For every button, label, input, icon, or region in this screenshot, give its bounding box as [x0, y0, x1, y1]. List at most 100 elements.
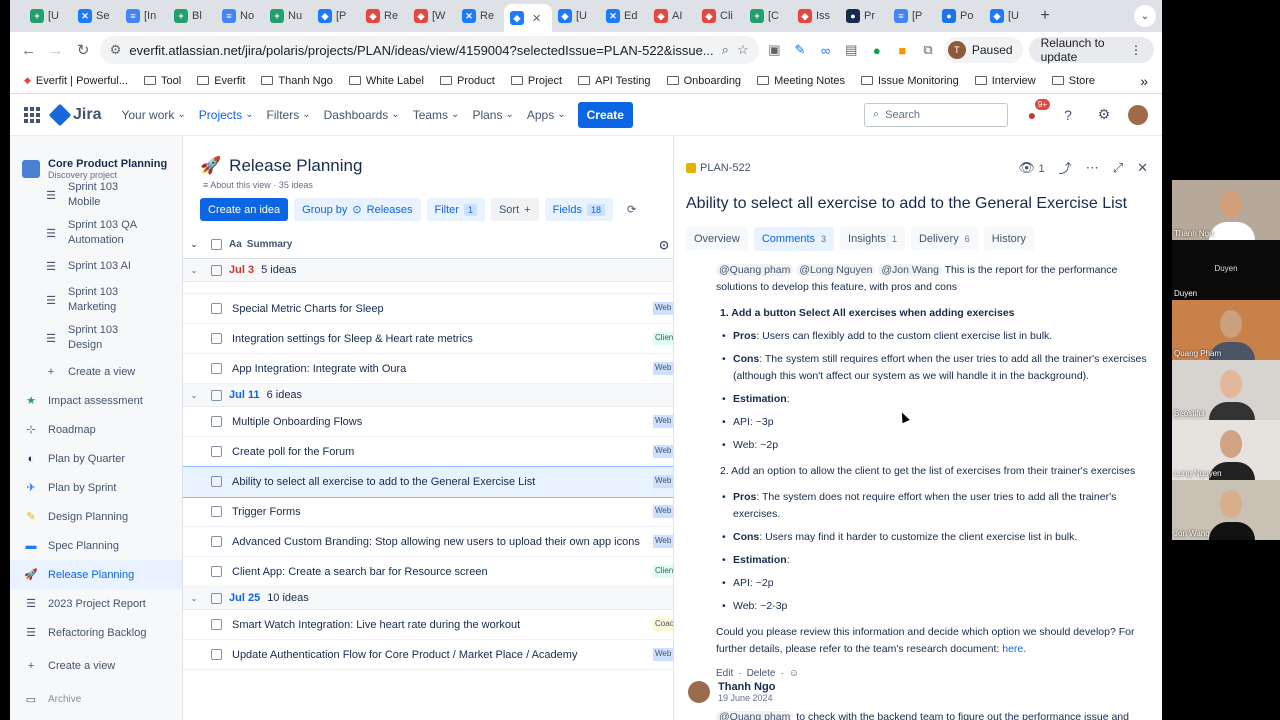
browser-tab[interactable]: ✕ Ed — [600, 4, 648, 28]
idea-summary[interactable]: Ability to select all exercise to add to… — [229, 476, 673, 488]
row-checkbox[interactable] — [211, 649, 222, 660]
bookmark-item[interactable]: Issue Monitoring — [861, 75, 959, 87]
search-input[interactable]: ⌕ Search — [864, 102, 1008, 127]
forward-icon[interactable]: → — [45, 37, 66, 63]
browser-tab[interactable]: ● Po — [936, 4, 984, 28]
sidebar-item-view[interactable]: ◐ Plan by Quarter — [10, 444, 182, 473]
browser-tab[interactable]: ◆ [W — [408, 4, 456, 28]
browser-tab[interactable]: ◆ Re — [360, 4, 408, 28]
tab-history[interactable]: History — [983, 227, 1034, 251]
bookmark-item[interactable]: Interview — [974, 75, 1036, 87]
bookmark-star-icon[interactable]: ☆ — [737, 42, 749, 58]
browser-tab[interactable]: + [U — [24, 4, 72, 28]
row-checkbox[interactable] — [211, 303, 222, 314]
table-row[interactable]: Create poll for the Forum Web — [183, 437, 673, 467]
tab-comments[interactable]: Comments 3 — [753, 227, 835, 251]
row-checkbox[interactable] — [211, 416, 222, 427]
user-avatar[interactable] — [1128, 104, 1148, 125]
nav-dashboards[interactable]: Dashboards ⌄ — [324, 108, 400, 122]
collapse-all-icon[interactable]: ⌄ — [183, 240, 205, 249]
video-tile[interactable]: Jon Wang — [1172, 480, 1280, 540]
profile-paused-button[interactable]: T Paused — [943, 37, 1023, 63]
video-tile[interactable]: Long Nguyen — [1172, 420, 1280, 480]
create-view-nested[interactable]: + Create a view — [10, 357, 182, 386]
app-switcher-icon[interactable] — [24, 106, 40, 123]
row-checkbox[interactable] — [211, 333, 222, 344]
share-icon[interactable]: ⤴ — [1059, 158, 1072, 177]
address-bar[interactable]: ⚙ everfit.atlassian.net/jira/polaris/pro… — [99, 36, 759, 64]
browser-tab[interactable]: ◆ ✕ — [504, 4, 552, 32]
table-row[interactable]: Client App: Create a search bar for Reso… — [183, 557, 673, 587]
reload-icon[interactable]: ↻ — [73, 37, 94, 63]
row-checkbox[interactable] — [211, 476, 222, 487]
tab-insights[interactable]: Insights 1 — [840, 227, 905, 251]
bookmark-item[interactable]: White Label — [348, 75, 424, 87]
video-tile[interactable]: Duyen Duyen — [1172, 240, 1280, 300]
bookmark-item[interactable]: API Testing — [578, 75, 651, 87]
idea-title[interactable]: Ability to select all exercise to add to… — [674, 177, 1162, 213]
bookmark-item[interactable]: Thanh Ngo — [261, 75, 333, 87]
release-group-header[interactable]: ⌄ Jul 25 10 ideas — [183, 587, 673, 610]
collapse-group-icon[interactable]: ⌄ — [183, 266, 205, 275]
sidebar-item-sprint[interactable]: ☰ Sprint 103 Marketing — [10, 281, 182, 319]
bookmark-item[interactable]: Onboarding — [666, 75, 741, 87]
sidebar-item-sprint[interactable]: ☰ Sprint 103 QA Automation — [10, 214, 182, 252]
nav-your-work[interactable]: Your work ⌄ — [121, 108, 185, 122]
edit-comment-link[interactable]: Edit — [716, 665, 733, 682]
add-reaction-icon[interactable]: ☺ — [789, 665, 799, 682]
browser-tab[interactable]: ≡ No — [216, 4, 264, 28]
issue-key[interactable]: PLAN-522 — [686, 162, 751, 174]
video-tile[interactable]: Quang Pham — [1172, 300, 1280, 360]
help-icon[interactable]: ? — [1056, 103, 1080, 127]
table-row[interactable]: Ability to select all exercise to add to… — [183, 466, 673, 498]
browser-tab[interactable]: ✕ Re — [456, 4, 504, 28]
expand-icon[interactable]: ⤢ — [1113, 160, 1123, 176]
user-mention[interactable]: @Long Nguyen — [796, 264, 876, 276]
browser-tab[interactable]: + Bl — [168, 4, 216, 28]
idea-summary[interactable]: Integration settings for Sleep & Heart r… — [229, 333, 673, 345]
sidebar-item-view[interactable]: ☰ 2023 Project Report — [10, 589, 182, 618]
back-icon[interactable]: ← — [18, 37, 39, 63]
link-icon[interactable]: ∞ — [816, 38, 836, 62]
tab-search-icon[interactable]: ⌄ — [1134, 5, 1156, 27]
browser-tab[interactable]: ● Pr — [840, 4, 888, 28]
idea-summary[interactable]: Advanced Custom Branding: Stop allowing … — [229, 536, 673, 548]
kebab-icon[interactable]: ⋮ — [1130, 43, 1142, 57]
sidebar-item-sprint[interactable]: ☰ Sprint 103 AI — [10, 252, 182, 281]
idea-summary[interactable]: Create poll for the Forum — [229, 446, 673, 458]
table-row[interactable]: Advanced Custom Branding: Stop allowing … — [183, 527, 673, 557]
site-info-icon[interactable]: ⚙ — [110, 42, 122, 58]
relaunch-button[interactable]: Relaunch to update ⋮ — [1028, 36, 1154, 64]
idea-summary[interactable]: App Integration: Integrate with Oura — [229, 363, 673, 375]
bookmark-item[interactable]: Tool — [144, 75, 181, 87]
sidebar-item-view[interactable]: 🚀 Release Planning — [10, 560, 182, 589]
nav-apps[interactable]: Apps ⌄ — [527, 108, 566, 122]
close-tab-icon[interactable]: ✕ — [532, 12, 541, 25]
browser-tab[interactable]: ≡ [P — [888, 4, 936, 28]
view-meta[interactable]: ≡ About this view · 35 ideas — [183, 176, 673, 190]
summary-column-header[interactable]: Summary — [247, 239, 293, 250]
tab-delivery[interactable]: Delivery 6 — [910, 227, 978, 251]
new-tab-button[interactable]: + — [1032, 7, 1058, 25]
bookmark-item[interactable]: Product — [439, 75, 495, 87]
table-row[interactable]: Trigger Forms Web — [183, 497, 673, 527]
delete-comment-link[interactable]: Delete — [747, 665, 776, 682]
watch-eye-icon[interactable]: 👁 1 — [1018, 160, 1044, 176]
idea-summary[interactable]: Client App: Create a search bar for Reso… — [229, 566, 673, 578]
release-group-header[interactable]: ⌄ Jul 11 6 ideas — [183, 384, 673, 407]
close-icon[interactable]: ✕ — [1137, 160, 1148, 176]
video-tile[interactable]: Beostiful — [1172, 360, 1280, 420]
gear-icon[interactable]: ⚙ — [1092, 103, 1116, 127]
idea-summary[interactable]: Trigger Forms — [229, 506, 673, 518]
group-by-button[interactable]: Group by ⊙ Releases — [294, 198, 421, 221]
sidebar-item-sprint[interactable]: ☰ Sprint 103 Mobile — [10, 176, 182, 214]
browser-tab[interactable]: ✕ Se — [72, 4, 120, 28]
fields-button[interactable]: Fields 18 — [544, 198, 613, 221]
filter-button[interactable]: Filter 1 — [426, 198, 485, 221]
sidebar-item-view[interactable]: ⊹ Roadmap — [10, 415, 182, 444]
sidebar-item-view[interactable]: ▬ Spec Planning — [10, 531, 182, 560]
nav-projects[interactable]: Projects ⌄ — [199, 108, 254, 122]
browser-tab[interactable]: ≡ [In — [120, 4, 168, 28]
extension-icon-4[interactable]: ■ — [893, 38, 913, 62]
table-row[interactable]: Smart Watch Integration: Live heart rate… — [183, 610, 673, 640]
